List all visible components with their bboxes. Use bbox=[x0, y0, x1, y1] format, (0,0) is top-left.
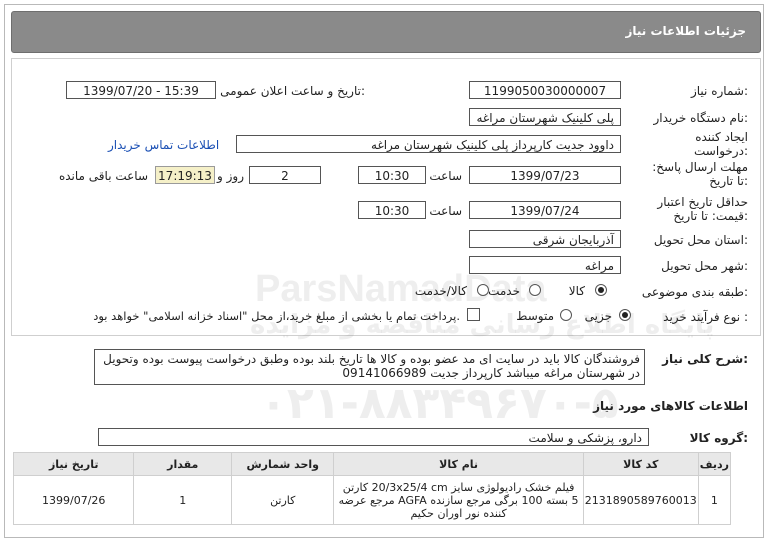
need-number-label: شماره نیاز: bbox=[690, 84, 748, 98]
page-header: جزئیات اطلاعات نیاز bbox=[11, 11, 761, 53]
goods-table: ردیف کد کالا نام کالا واحد شمارش مقدار ت… bbox=[12, 452, 732, 525]
col-code-header: کد کالا bbox=[582, 452, 699, 476]
days-label: روز و bbox=[217, 169, 244, 183]
cell-date: 1399/07/26 bbox=[12, 475, 135, 525]
col-date-header: تاریخ نیاز bbox=[12, 452, 135, 476]
treasury-bonds-checkbox[interactable] bbox=[467, 308, 480, 321]
validity-time-label: ساعت bbox=[429, 204, 462, 218]
table-row: 1 2131890589760013 فیلم خشک رادیولوژی سا… bbox=[12, 475, 732, 525]
reply-time-field: 10:30 bbox=[358, 166, 426, 184]
category-option-service: خدمت bbox=[488, 284, 520, 298]
purchase-radio-medium[interactable] bbox=[560, 309, 572, 321]
delivery-province-label: استان محل تحویل: bbox=[653, 233, 748, 247]
category-radio-goods[interactable] bbox=[595, 284, 607, 296]
goods-info-heading: اطلاعات کالاهای مورد نیاز bbox=[593, 399, 748, 413]
creator-field: داوود جدیت کارپرداز پلی کلینیک شهرستان م… bbox=[236, 135, 621, 153]
announce-datetime-field: 1399/07/20 - 15:39 bbox=[66, 81, 216, 99]
col-row-header: ردیف bbox=[697, 452, 732, 476]
category-label: طبقه بندی موضوعی: bbox=[641, 285, 748, 299]
validity-time-field: 10:30 bbox=[358, 201, 426, 219]
price-validity-label: حداقل تاریخ اعتبار قیمت: تا تاریخ: bbox=[657, 195, 748, 223]
cell-row: 1 bbox=[697, 475, 732, 525]
reply-days-field: 2 bbox=[249, 166, 321, 184]
reply-time-label: ساعت bbox=[429, 169, 462, 183]
remaining-label: ساعت باقی مانده bbox=[58, 169, 148, 183]
validity-date-field: 1399/07/24 bbox=[469, 201, 621, 219]
buyer-contact-link[interactable]: اطلاعات تماس خریدار bbox=[108, 138, 219, 152]
purchase-option-minor: جزیی bbox=[584, 309, 612, 323]
purchase-type-label: نوع فرآیند خرید : bbox=[663, 310, 748, 324]
delivery-city-label: شهر محل تحویل: bbox=[661, 259, 748, 273]
cell-unit: کارتن bbox=[231, 475, 335, 525]
province-field: آذربایجان شرقی bbox=[469, 230, 621, 248]
category-option-goods: کالا bbox=[568, 284, 585, 298]
category-radio-goods-service[interactable] bbox=[477, 284, 489, 296]
category-option-goods-service: کالا/خدمت bbox=[414, 284, 467, 298]
remaining-time-field: 17:19:13 bbox=[155, 166, 215, 184]
cell-name: فیلم خشک رادیولوژی سایز 20/3x25/4 cm کار… bbox=[333, 475, 584, 525]
page-title: جزئیات اطلاعات نیاز bbox=[625, 24, 746, 38]
creator-label: ایجاد کننده درخواست: bbox=[694, 130, 748, 158]
reply-deadline-label: مهلت ارسال پاسخ: تا تاریخ: bbox=[652, 160, 748, 188]
city-field: مراغه bbox=[469, 256, 621, 274]
goods-group-field: دارو، پزشکی و سلامت bbox=[98, 428, 649, 446]
purchase-option-medium: متوسط bbox=[516, 309, 554, 323]
col-unit-header: واحد شمارش bbox=[231, 452, 335, 476]
cell-code: 2131890589760013 bbox=[582, 475, 699, 525]
buyer-org-field: پلی کلینیک شهرستان مراغه bbox=[469, 108, 621, 126]
goods-group-label: گروه کالا: bbox=[689, 431, 748, 445]
buyer-org-label: نام دستگاه خریدار: bbox=[653, 111, 749, 125]
announce-datetime-label: تاریخ و ساعت اعلان عمومی: bbox=[220, 84, 365, 98]
description-box: فروشندگان کالا باید در سایت ای مد عضو بو… bbox=[94, 349, 645, 385]
treasury-bonds-note: پرداخت تمام یا بخشی از مبلغ خرید،از محل … bbox=[93, 309, 460, 323]
cell-qty: 1 bbox=[133, 475, 233, 525]
category-radio-service[interactable] bbox=[529, 284, 541, 296]
purchase-radio-minor[interactable] bbox=[619, 309, 631, 321]
col-name-header: نام کالا bbox=[333, 452, 584, 476]
reply-date-field: 1399/07/23 bbox=[469, 166, 621, 184]
description-label: شرح کلی نیاز: bbox=[662, 352, 748, 366]
need-number-field: 1199050030000007 bbox=[469, 81, 621, 99]
table-header-row: ردیف کد کالا نام کالا واحد شمارش مقدار ت… bbox=[12, 452, 732, 476]
col-qty-header: مقدار bbox=[133, 452, 233, 476]
